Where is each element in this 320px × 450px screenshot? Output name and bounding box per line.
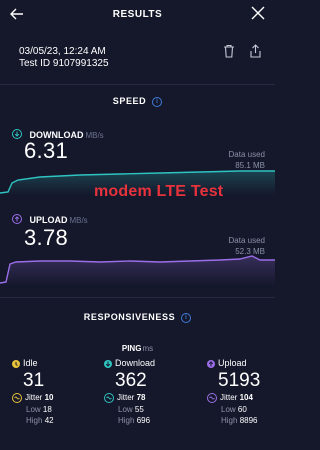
- idle-label-row: Idle: [12, 358, 92, 368]
- upload-low-label: Low: [221, 405, 236, 414]
- download-jitter-row: Jitter 78: [104, 393, 189, 403]
- download-jitter-label: Jitter: [117, 393, 135, 403]
- speed-title: SPEED: [112, 96, 147, 106]
- download-icon: [104, 359, 112, 368]
- share-button[interactable]: [249, 44, 262, 58]
- download-high-value: 696: [136, 416, 151, 425]
- download-icon: [12, 128, 22, 139]
- upload-ping-label-row: Upload: [207, 358, 273, 368]
- ping-label: PING: [121, 344, 142, 353]
- idle-jitter-label: Jitter: [25, 393, 43, 403]
- page-title: RESULTS: [112, 9, 163, 20]
- speed-section-title: SPEED i: [0, 96, 275, 107]
- download-value: 6.31: [24, 138, 69, 163]
- upload-high-label: High: [221, 416, 238, 425]
- idle-low-value: 18: [42, 405, 52, 414]
- jitter-icon: [104, 393, 114, 403]
- idle-high-value: 42: [44, 416, 54, 425]
- divider: [0, 297, 275, 298]
- info-icon[interactable]: i: [181, 312, 192, 323]
- top-bar: RESULTS: [0, 0, 275, 30]
- upload-high-value: 8896: [239, 416, 258, 425]
- idle-low-row: Low 18: [26, 405, 92, 414]
- upload-ping-value: 5193: [218, 370, 261, 391]
- idle-ping-value: 31: [23, 370, 45, 391]
- upload-label: UPLOAD: [29, 215, 68, 225]
- download-low-value: 55: [134, 405, 144, 414]
- ping-column-upload: Upload 5193 Jitter 104 Low 60 High 8896: [207, 358, 273, 425]
- download-low-row: Low 55: [118, 405, 189, 414]
- download-high-label: High: [118, 416, 135, 425]
- upload-ping-label: Upload: [218, 358, 247, 368]
- upload-speed-graph: [0, 255, 275, 286]
- idle-label: Idle: [23, 358, 38, 368]
- idle-jitter-value: 10: [44, 393, 54, 403]
- upload-icon: [207, 359, 215, 368]
- download-data-used-label: Data used: [228, 150, 265, 159]
- responsiveness-title: RESPONSIVENESS: [83, 312, 176, 322]
- download-unit: MB/s: [85, 131, 104, 140]
- download-jitter-value: 78: [136, 393, 146, 403]
- info-icon[interactable]: i: [152, 96, 163, 107]
- test-date: 03/05/23, 12:24 AM: [19, 46, 106, 57]
- download-low-label: Low: [118, 405, 133, 414]
- trash-icon: [224, 44, 234, 58]
- upload-unit: MB/s: [69, 216, 88, 225]
- jitter-icon: [12, 393, 22, 403]
- ping-column-idle: Idle 31 Jitter 10 Low 18 High 42: [12, 358, 92, 425]
- ping-unit: ms: [142, 344, 154, 353]
- annotation-text: modem LTE Test: [94, 183, 224, 200]
- upload-data-used-label: Data used: [228, 236, 265, 245]
- upload-low-row: Low 60: [221, 405, 273, 414]
- close-icon: [251, 6, 265, 20]
- idle-icon: [12, 359, 20, 368]
- download-ping-value: 362: [115, 370, 147, 391]
- responsiveness-section-title: RESPONSIVENESS i: [0, 312, 275, 323]
- test-id: Test ID 9107991325: [19, 58, 109, 69]
- idle-jitter-row: Jitter 10: [12, 393, 92, 403]
- download-ping-label: Download: [115, 358, 156, 368]
- upload-jitter-value: 104: [239, 393, 253, 403]
- share-icon: [250, 44, 261, 58]
- idle-low-label: Low: [26, 405, 41, 414]
- download-high-row: High 696: [118, 416, 189, 425]
- ping-label-row: PINGms: [0, 344, 275, 353]
- download-ping-label-row: Download: [104, 358, 189, 368]
- upload-low-value: 60: [237, 405, 247, 414]
- upload-jitter-row: Jitter 104: [207, 393, 273, 403]
- upload-value: 3.78: [24, 225, 69, 250]
- delete-button[interactable]: [223, 44, 235, 58]
- close-button[interactable]: [251, 6, 265, 20]
- idle-high-label: High: [26, 416, 43, 425]
- ping-column-download: Download 362 Jitter 78 Low 55 High 696: [104, 358, 189, 425]
- idle-high-row: High 42: [26, 416, 92, 425]
- jitter-icon: [207, 393, 217, 403]
- upload-high-row: High 8896: [221, 416, 273, 425]
- divider: [0, 84, 275, 85]
- upload-icon: [12, 213, 22, 224]
- upload-jitter-label: Jitter: [220, 393, 238, 403]
